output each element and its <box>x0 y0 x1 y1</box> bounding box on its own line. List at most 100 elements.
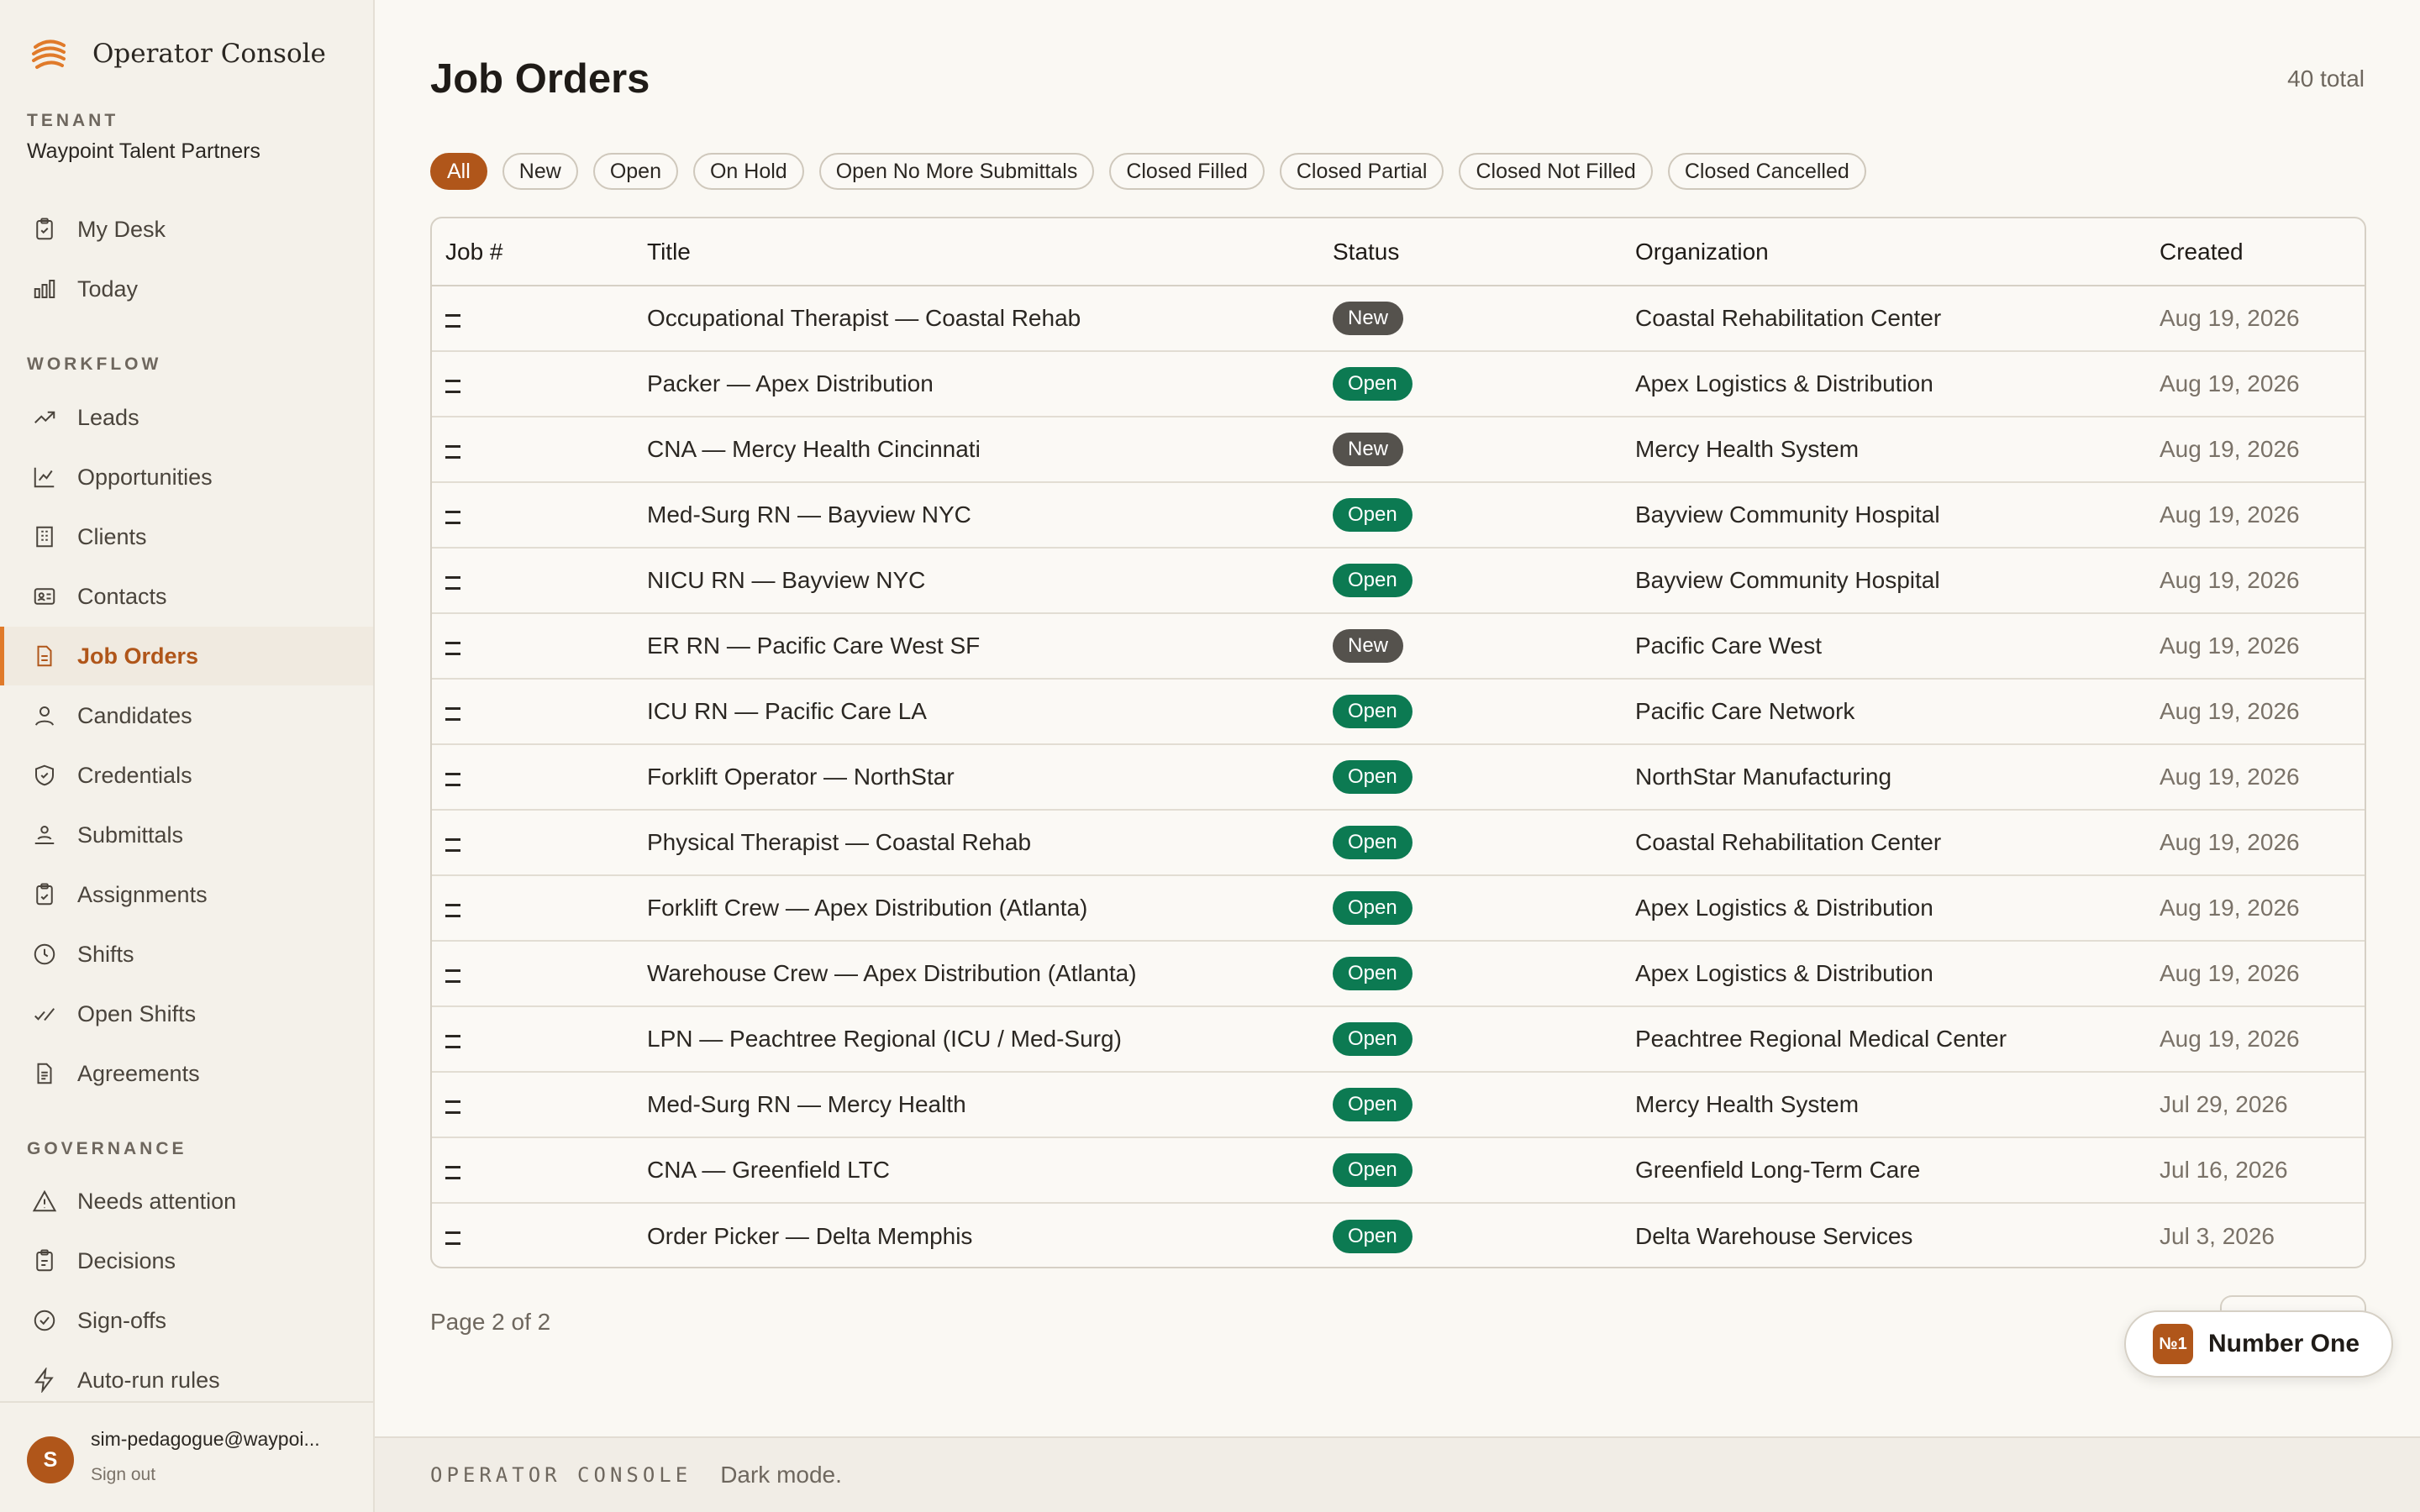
column-header-created[interactable]: Created <box>2146 218 2365 286</box>
job-title-cell[interactable]: CNA — Mercy Health Cincinnati <box>634 417 1319 483</box>
filter-chip-closed-filled[interactable]: Closed Filled <box>1109 153 1265 190</box>
table-row[interactable]: LPN — Peachtree Regional (ICU / Med-Surg… <box>432 1006 2365 1073</box>
filter-chip-on-hold[interactable]: On Hold <box>692 153 804 190</box>
filter-chip-new[interactable]: New <box>502 153 578 190</box>
job-title-cell[interactable]: Warehouse Crew — Apex Distribution (Atla… <box>634 941 1319 1007</box>
column-header-organization[interactable]: Organization <box>1622 218 2146 286</box>
table-row[interactable]: Forklift Operator — NorthStar Open NorthSt… <box>432 744 2365 811</box>
nav-item-needs-attention[interactable]: Needs attention <box>0 1172 373 1231</box>
table-row[interactable]: Forklift Crew — Apex Distribution (Atlan… <box>432 875 2365 942</box>
job-title-cell[interactable]: NICU RN — Bayview NYC <box>634 548 1319 614</box>
nav-item-sign-offs[interactable]: Sign-offs <box>0 1291 373 1350</box>
job-title-cell[interactable]: Physical Therapist — Coastal Rehab <box>634 810 1319 876</box>
nav-label: Clients <box>77 523 147 549</box>
table-row[interactable]: ICU RN — Pacific Care LA Open Pacific Care… <box>432 679 2365 745</box>
nav-label: Auto-run rules <box>77 1367 220 1393</box>
empty-value-icon <box>445 313 460 328</box>
job-title-cell[interactable]: LPN — Peachtree Regional (ICU / Med-Surg… <box>634 1006 1319 1073</box>
nav-item-leads[interactable]: Leads <box>0 388 373 447</box>
nav-item-assignments[interactable]: Assignments <box>0 865 373 924</box>
created-date-cell: Aug 19, 2026 <box>2146 548 2365 614</box>
column-header-status[interactable]: Status <box>1319 218 1622 286</box>
line-chart-icon <box>34 467 55 488</box>
app-name: Operator Console <box>92 39 326 69</box>
status-badge: New <box>1333 302 1404 335</box>
filter-chip-all[interactable]: All <box>430 153 487 190</box>
column-header-job-number[interactable]: Job # <box>432 218 634 286</box>
job-title-cell[interactable]: Med-Surg RN — Bayview NYC <box>634 482 1319 549</box>
nav-item-open-shifts[interactable]: Open Shifts <box>0 984 373 1043</box>
job-title-cell[interactable]: ER RN — Pacific Care West SF <box>634 613 1319 680</box>
table-row[interactable]: ER RN — Pacific Care West SF New Pacific C… <box>432 613 2365 680</box>
workflow-label: WORKFLOW <box>27 354 162 374</box>
clipboard-list-icon <box>36 1249 53 1272</box>
job-title-cell[interactable]: ICU RN — Pacific Care LA <box>634 679 1319 745</box>
job-title-cell[interactable]: Occupational Therapist — Coastal Rehab <box>634 286 1319 352</box>
number-one-assistant-button[interactable]: №1 Number One <box>2124 1310 2393 1378</box>
organization-cell: Peachtree Regional Medical Center <box>1622 1006 2146 1073</box>
status-badge: Open <box>1333 695 1413 728</box>
table-row[interactable]: Med-Surg RN — Mercy Health Open Mercy Heal… <box>432 1072 2365 1138</box>
filter-chip-closed-cancelled[interactable]: Closed Cancelled <box>1667 153 1866 190</box>
nav-item-credentials[interactable]: Credentials <box>0 746 373 805</box>
avatar[interactable]: S <box>27 1436 74 1483</box>
table-row[interactable]: CNA — Greenfield LTC Open Greenfield Long-… <box>432 1137 2365 1204</box>
filter-chip-closed-partial[interactable]: Closed Partial <box>1279 153 1444 190</box>
empty-value-icon <box>445 444 460 459</box>
empty-value-icon <box>445 1231 460 1245</box>
nav-item-opportunities[interactable]: Opportunities <box>0 448 373 507</box>
nav-item-shifts[interactable]: Shifts <box>0 925 373 984</box>
column-header-title[interactable]: Title <box>634 218 1319 286</box>
table-row[interactable]: Occupational Therapist — Coastal Rehab Ne… <box>432 286 2365 352</box>
nav-item-clients[interactable]: Clients <box>0 507 373 566</box>
nav-label: Leads <box>77 404 139 430</box>
filter-chip-open-no-more-submittals[interactable]: Open No More Submittals <box>818 153 1095 190</box>
created-date-cell: Aug 19, 2026 <box>2146 482 2365 549</box>
nav-item-job-orders[interactable]: Job Orders <box>0 627 373 685</box>
status-cell: New <box>1319 286 1622 352</box>
nav-item-decisions[interactable]: Decisions <box>0 1231 373 1290</box>
footer-brand: OPERATOR CONSOLE <box>430 1463 692 1487</box>
nav-item-today[interactable]: Today <box>0 260 373 318</box>
nav-item-agreements[interactable]: Agreements <box>0 1044 373 1103</box>
job-title-cell[interactable]: CNA — Greenfield LTC <box>634 1137 1319 1204</box>
check-slash-icon <box>34 1008 55 1021</box>
empty-value-icon <box>445 837 460 852</box>
nav-item-contacts[interactable]: Contacts <box>0 567 373 626</box>
table-row[interactable]: Packer — Apex Distribution Open Apex Logis… <box>432 351 2365 417</box>
status-cell: Open <box>1319 1072 1622 1138</box>
table-row[interactable]: Med-Surg RN — Bayview NYC Open Bayview Com… <box>432 482 2365 549</box>
job-title-cell[interactable]: Med-Surg RN — Mercy Health <box>634 1072 1319 1138</box>
filter-chip-open[interactable]: Open <box>592 153 678 190</box>
status-badge: Open <box>1333 498 1413 532</box>
footer: OPERATOR CONSOLE Dark mode. <box>375 1436 2420 1512</box>
sidebar: Operator Console TENANT Waypoint Talent … <box>0 0 375 1512</box>
clipboard-check-icon <box>36 883 53 906</box>
created-date-cell: Aug 19, 2026 <box>2146 941 2365 1007</box>
nav-item-my-desk[interactable]: My Desk <box>0 200 373 259</box>
logo-icon <box>32 39 66 69</box>
status-cell: Open <box>1319 482 1622 549</box>
created-date-cell: Jul 29, 2026 <box>2146 1072 2365 1138</box>
job-title-cell[interactable]: Packer — Apex Distribution <box>634 351 1319 417</box>
status-badge: Open <box>1333 1219 1413 1253</box>
organization-cell: Apex Logistics & Distribution <box>1622 941 2146 1007</box>
table-row[interactable]: NICU RN — Bayview NYC Open Bayview Communi… <box>432 548 2365 614</box>
nav-label: Submittals <box>77 822 184 848</box>
filter-chip-closed-not-filled[interactable]: Closed Not Filled <box>1459 153 1653 190</box>
organization-cell: Coastal Rehabilitation Center <box>1622 286 2146 352</box>
job-title-cell[interactable]: Forklift Crew — Apex Distribution (Atlan… <box>634 875 1319 942</box>
table-row[interactable]: Order Picker — Delta Memphis Open Delta Wa… <box>432 1203 2365 1267</box>
nav-item-submittals[interactable]: Submittals <box>0 806 373 864</box>
brand[interactable]: Operator Console <box>30 35 326 72</box>
sign-out-link[interactable]: Sign out <box>91 1465 155 1485</box>
nav-label: Decisions <box>77 1247 176 1273</box>
table-row[interactable]: Warehouse Crew — Apex Distribution (Atla… <box>432 941 2365 1007</box>
job-number-cell <box>432 417 634 483</box>
job-title-cell[interactable]: Order Picker — Delta Memphis <box>634 1203 1319 1267</box>
job-title-cell[interactable]: Forklift Operator — NorthStar <box>634 744 1319 811</box>
nav-item-candidates[interactable]: Candidates <box>0 686 373 745</box>
table-row[interactable]: Physical Therapist — Coastal Rehab Open Co… <box>432 810 2365 876</box>
table-row[interactable]: CNA — Mercy Health Cincinnati New Mercy He… <box>432 417 2365 483</box>
status-cell: New <box>1319 613 1622 680</box>
